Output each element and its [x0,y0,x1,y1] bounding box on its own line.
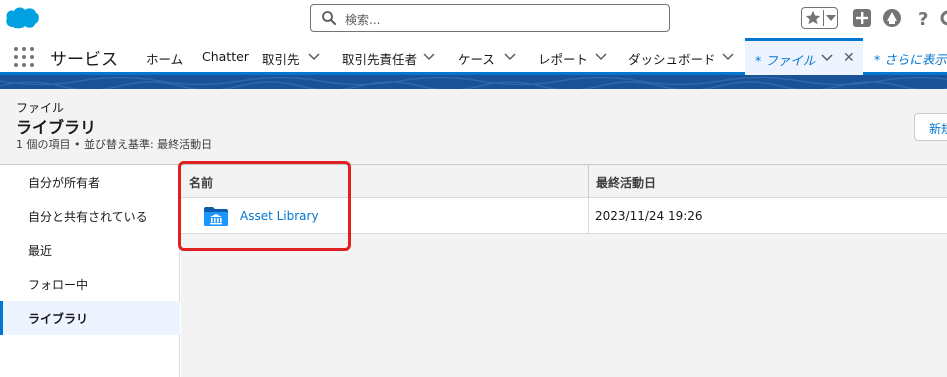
sidebar-item-recent[interactable]: 最近 [0,233,180,267]
chevron-down-icon[interactable] [595,51,607,61]
more-tabs-button[interactable]: * さらに表示 [864,38,947,75]
column-header-last-activity[interactable]: 最終活動日 [596,174,656,191]
tab-label: ホーム [146,52,184,67]
last-activity-date: 2023/11/24 19:26 [595,209,703,223]
star-icon [805,10,821,25]
favorites-button[interactable] [801,7,838,29]
tab-home[interactable]: ホーム [136,38,192,75]
list-meta-info: 1 個の項目 • 並び替え基準: 最終活動日 [16,138,213,151]
chevron-down-icon[interactable] [504,51,516,61]
close-tab-icon[interactable]: ✕ [843,50,855,66]
sidebar-item-label: ライブラリ [28,312,89,326]
button-label: 新規 [929,122,947,136]
search-icon [322,11,336,25]
app-name: サービス [50,50,118,70]
svg-text:?: ? [918,9,928,28]
sidebar-item-label: 自分と共有されている [28,210,148,224]
sidebar-item-owned-by-me[interactable]: 自分が所有者 [0,165,180,199]
tab-label: * ファイル [755,53,816,68]
app-navigation-bar: サービス ホーム Chatter 取引先 取引先責任者 ケース レポート ダッシ… [0,38,947,75]
tab-reports[interactable]: レポート [528,38,618,75]
settings-icon[interactable] [940,8,947,28]
files-sidebar: 自分が所有者 自分と共有されている 最近 フォロー中 ライブラリ [0,165,180,377]
chevron-down-icon[interactable] [722,51,734,61]
tab-label: ケース [458,52,495,67]
tab-contacts[interactable]: 取引先責任者 [332,38,448,75]
column-divider[interactable] [588,165,589,198]
tab-label: Chatter [202,49,249,64]
band-pattern [0,76,947,89]
sidebar-item-label: 最近 [28,244,53,258]
sidebar-item-label: フォロー中 [28,278,89,292]
chevron-down-icon[interactable] [826,15,836,21]
tab-label: * さらに表示 [874,52,947,67]
sidebar-item-shared-with-me[interactable]: 自分と共有されている [0,199,180,233]
trailhead-icon[interactable] [882,8,902,28]
search-placeholder: 検索... [345,13,381,27]
salesforce-cloud-logo[interactable] [4,5,40,31]
favorites-separator [823,10,824,26]
annotation-highlight-box [178,161,351,251]
sidebar-item-following[interactable]: フォロー中 [0,267,180,301]
tab-dashboards[interactable]: ダッシュボード [618,38,744,75]
tab-files[interactable]: * ファイル ✕ [745,38,863,75]
sidebar-item-label: 自分が所有者 [28,176,101,190]
add-icon[interactable] [852,8,872,28]
tab-accounts[interactable]: 取引先 [252,38,332,75]
sidebar-item-libraries[interactable]: ライブラリ [0,301,180,335]
help-icon[interactable]: ? [913,8,933,28]
app-launcher-icon[interactable] [14,47,34,67]
new-library-button[interactable]: 新規 [914,113,947,141]
chevron-down-icon[interactable] [821,52,833,62]
tab-cases[interactable]: ケース [448,38,528,75]
cell-divider [588,198,589,234]
chevron-down-icon[interactable] [308,51,320,61]
global-header: 検索... ? [0,0,947,38]
global-search-box[interactable]: 検索... [310,4,670,32]
tab-label: 取引先責任者 [342,52,418,67]
page-title: ライブラリ [16,118,97,137]
tab-label: 取引先 [262,52,300,67]
page-header: ファイル ライブラリ 1 個の項目 • 並び替え基準: 最終活動日 新規 [0,89,947,165]
tab-label: レポート [538,52,589,67]
files-page: ファイル ライブラリ 1 個の項目 • 並び替え基準: 最終活動日 新規 自分が… [0,89,947,377]
tab-label: ダッシュボード [628,52,716,67]
header-decorative-band [0,75,947,89]
tab-chatter[interactable]: Chatter [192,38,252,75]
chevron-down-icon[interactable] [423,51,435,61]
